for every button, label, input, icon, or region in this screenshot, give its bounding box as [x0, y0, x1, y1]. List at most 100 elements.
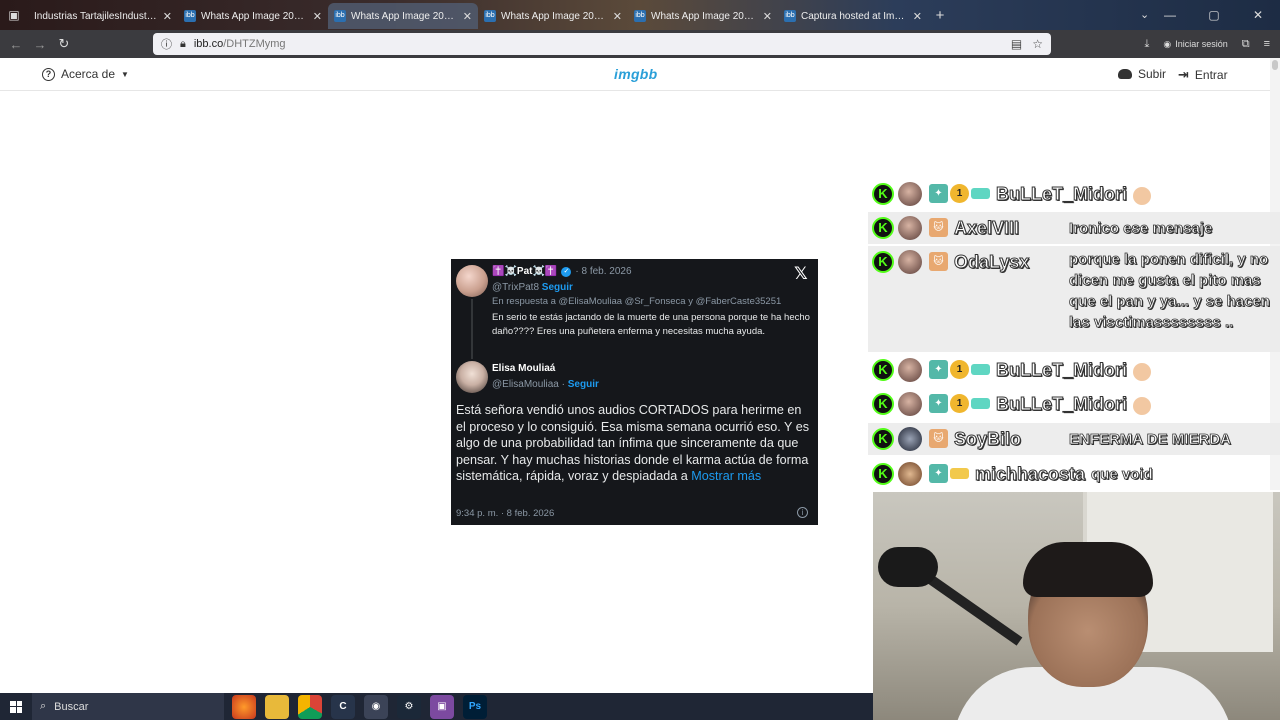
browser-tab[interactable]: ibb Captura hosted at ImgBB — Im ✕ — [778, 3, 928, 29]
tab-close-icon[interactable]: ✕ — [613, 10, 622, 23]
account-icon: ◉ — [1163, 38, 1172, 49]
chat-message: K ✦ 1 BuLLeT_Midori — [868, 178, 1280, 210]
imgbb-favicon-icon: ibb — [634, 10, 646, 22]
emoji-icon — [1133, 397, 1151, 415]
reply-author-name-text: ✝️☠️Pat☠️✝️ — [492, 266, 558, 277]
kick-icon: K — [872, 217, 894, 239]
firefox-icon[interactable] — [232, 694, 256, 719]
downloads-icon[interactable]: ⤓ — [1144, 38, 1149, 51]
scrollbar-thumb[interactable] — [1272, 60, 1278, 70]
tweet-image[interactable]: ✝️☠️Pat☠️✝️ ✓ · 8 feb. 2026 @TrixPat8 Se… — [451, 259, 818, 525]
capcut-icon[interactable]: C — [331, 694, 355, 719]
close-window-icon[interactable]: ✕ — [1236, 0, 1280, 30]
start-button[interactable] — [0, 693, 32, 720]
chat-text: porque la ponen dificil, y no dicen me g… — [1069, 251, 1271, 332]
chrome-icon[interactable] — [298, 694, 322, 719]
steam-icon[interactable]: ⚙︎ — [397, 694, 421, 719]
browser-tab[interactable]: ibb Whats App Image 2026 02 09 a ✕ — [178, 3, 328, 29]
avatar — [898, 462, 922, 486]
badges: 🐱︎ — [929, 218, 948, 237]
extensions-icon[interactable]: ⧉ — [1242, 38, 1250, 51]
obs-icon[interactable]: ◉ — [364, 694, 388, 719]
gift-count-badge: 1 — [950, 184, 969, 203]
kick-icon: K — [872, 428, 894, 450]
webcam-feed — [873, 492, 1280, 720]
reload-icon[interactable]: ↻ — [52, 36, 76, 52]
minimize-icon[interactable]: — — [1148, 0, 1192, 30]
chat-message: K 🐱︎ AxelVIII Ironico ese mensaje — [868, 212, 1280, 244]
chat-message: K ✦ michhacosta que void — [868, 458, 1280, 490]
tab-close-icon[interactable]: ✕ — [163, 10, 172, 23]
tab-close-icon[interactable]: ✕ — [313, 10, 322, 23]
url-host: ibb.co — [193, 38, 224, 50]
tab-title: Whats App Image 2026 02 09 a — [501, 10, 608, 22]
signin-label: Iniciar sesión — [1175, 39, 1228, 49]
chat-message: K 🐱︎ OdaLysx porque la ponen dificil, y … — [868, 246, 1280, 352]
tab-close-icon[interactable]: ✕ — [463, 10, 472, 23]
browser-tab[interactable]: ibb Whats App Image 2026 02 09 a ✕ — [478, 3, 628, 29]
caret-down-icon: ▼ — [121, 69, 129, 79]
upload-button[interactable]: Subir — [1118, 67, 1166, 81]
reply-author-handle: @TrixPat8 Seguir — [492, 282, 573, 293]
chat-username: michhacosta — [974, 464, 1086, 485]
address-bar[interactable]: ⓘ 🔒︎ ibb.co/DHTZMymg ▤ ☆ — [153, 33, 1051, 55]
browser-toolbar: ← → ↻ ⓘ 🔒︎ ibb.co/DHTZMymg ▤ ☆ ⤓ ◉ Inici… — [0, 30, 1280, 58]
main-author-name: Elisa Mouliaá — [492, 363, 556, 374]
emoji-icon — [1133, 187, 1151, 205]
imgbb-favicon-icon: ibb — [184, 10, 196, 22]
cat-badge-icon: 🐱︎ — [929, 429, 948, 448]
avatar — [898, 358, 922, 382]
tab-close-icon[interactable]: ✕ — [913, 10, 922, 23]
help-icon: ? — [42, 67, 55, 81]
reply-date: · 8 feb. 2026 — [575, 266, 632, 277]
kick-icon: K — [872, 393, 894, 415]
tab-title: Industrias TartajilesIndustrias Tartaji — [34, 10, 158, 22]
reply-text: En serio te estás jactando de la muerte … — [492, 312, 810, 337]
bookmark-star-icon[interactable]: ☆ — [1032, 37, 1043, 51]
chat-text: ENFERMA DE MIERDA — [1069, 431, 1232, 449]
back-icon[interactable]: ← — [4, 37, 28, 52]
lock-icon[interactable]: 🔒︎ — [180, 38, 186, 51]
info-icon[interactable]: ⓘ — [161, 36, 172, 52]
tab-title: Captura hosted at ImgBB — Im — [801, 10, 908, 22]
login-label: Entrar — [1194, 68, 1228, 82]
imgbb-favicon-icon: ibb — [784, 10, 796, 22]
streamer-hair — [1023, 542, 1153, 597]
reply-to-line: En respuesta a @ElisaMouliaa @Sr_Fonseca… — [492, 296, 782, 307]
photoshop-icon[interactable]: Ps — [463, 694, 487, 719]
login-button[interactable]: ⇥ Entrar — [1178, 67, 1228, 83]
badges: ✦ 1 — [929, 184, 990, 203]
about-menu[interactable]: ? Acerca de ▼ — [42, 67, 129, 81]
badges: 🐱︎ — [929, 252, 948, 271]
reply-handle-text: @TrixPat8 — [492, 282, 540, 293]
moderator-badge-icon — [971, 398, 990, 409]
imgbb-logo[interactable]: imgbb — [614, 66, 658, 82]
new-tab-button[interactable]: + — [928, 7, 952, 24]
maximize-icon[interactable]: ▢ — [1192, 0, 1236, 30]
signin-button[interactable]: ◉ Iniciar sesión — [1163, 39, 1227, 50]
subscriber-badge-icon: ✦ — [929, 184, 948, 203]
reader-view-icon[interactable]: ▤ — [1011, 37, 1022, 51]
taskbar-search[interactable]: ⌕ Buscar — [32, 693, 224, 720]
browser-tab[interactable]: ibb Whats App Image 2026 02 09 a ✕ — [628, 3, 778, 29]
kick-icon: K — [872, 183, 894, 205]
info-icon: i — [797, 507, 808, 518]
tab-title: Whats App Image 2026 02 09 a — [651, 10, 758, 22]
tab-close-icon[interactable]: ✕ — [763, 10, 772, 23]
chat-message: K ✦ 1 BuLLeT_Midori — [868, 354, 1280, 386]
cat-badge-icon: 🐱︎ — [929, 252, 948, 271]
follow-button: Seguir — [567, 379, 599, 390]
file-explorer-icon[interactable] — [265, 694, 289, 719]
app-tool-icon[interactable]: ▣ — [430, 694, 454, 719]
forward-icon[interactable]: → — [28, 37, 52, 52]
badges: ✦ — [929, 464, 969, 483]
window-controls: — ▢ ✕ — [1148, 0, 1280, 30]
browser-tab[interactable]: Industrias TartajilesIndustrias Tartaji … — [28, 3, 178, 29]
cloud-upload-icon — [1118, 69, 1132, 79]
tab-list-icon[interactable]: ▣ — [0, 0, 28, 30]
browser-tab-active[interactable]: ibb Whats App Image 2026 02 09 a ✕ — [328, 3, 478, 29]
chat-username: BuLLeT_Midori — [996, 360, 1128, 381]
follow-button: Seguir — [541, 282, 573, 293]
search-icon: ⌕ — [40, 700, 47, 712]
menu-icon[interactable]: ≡ — [1264, 38, 1270, 50]
